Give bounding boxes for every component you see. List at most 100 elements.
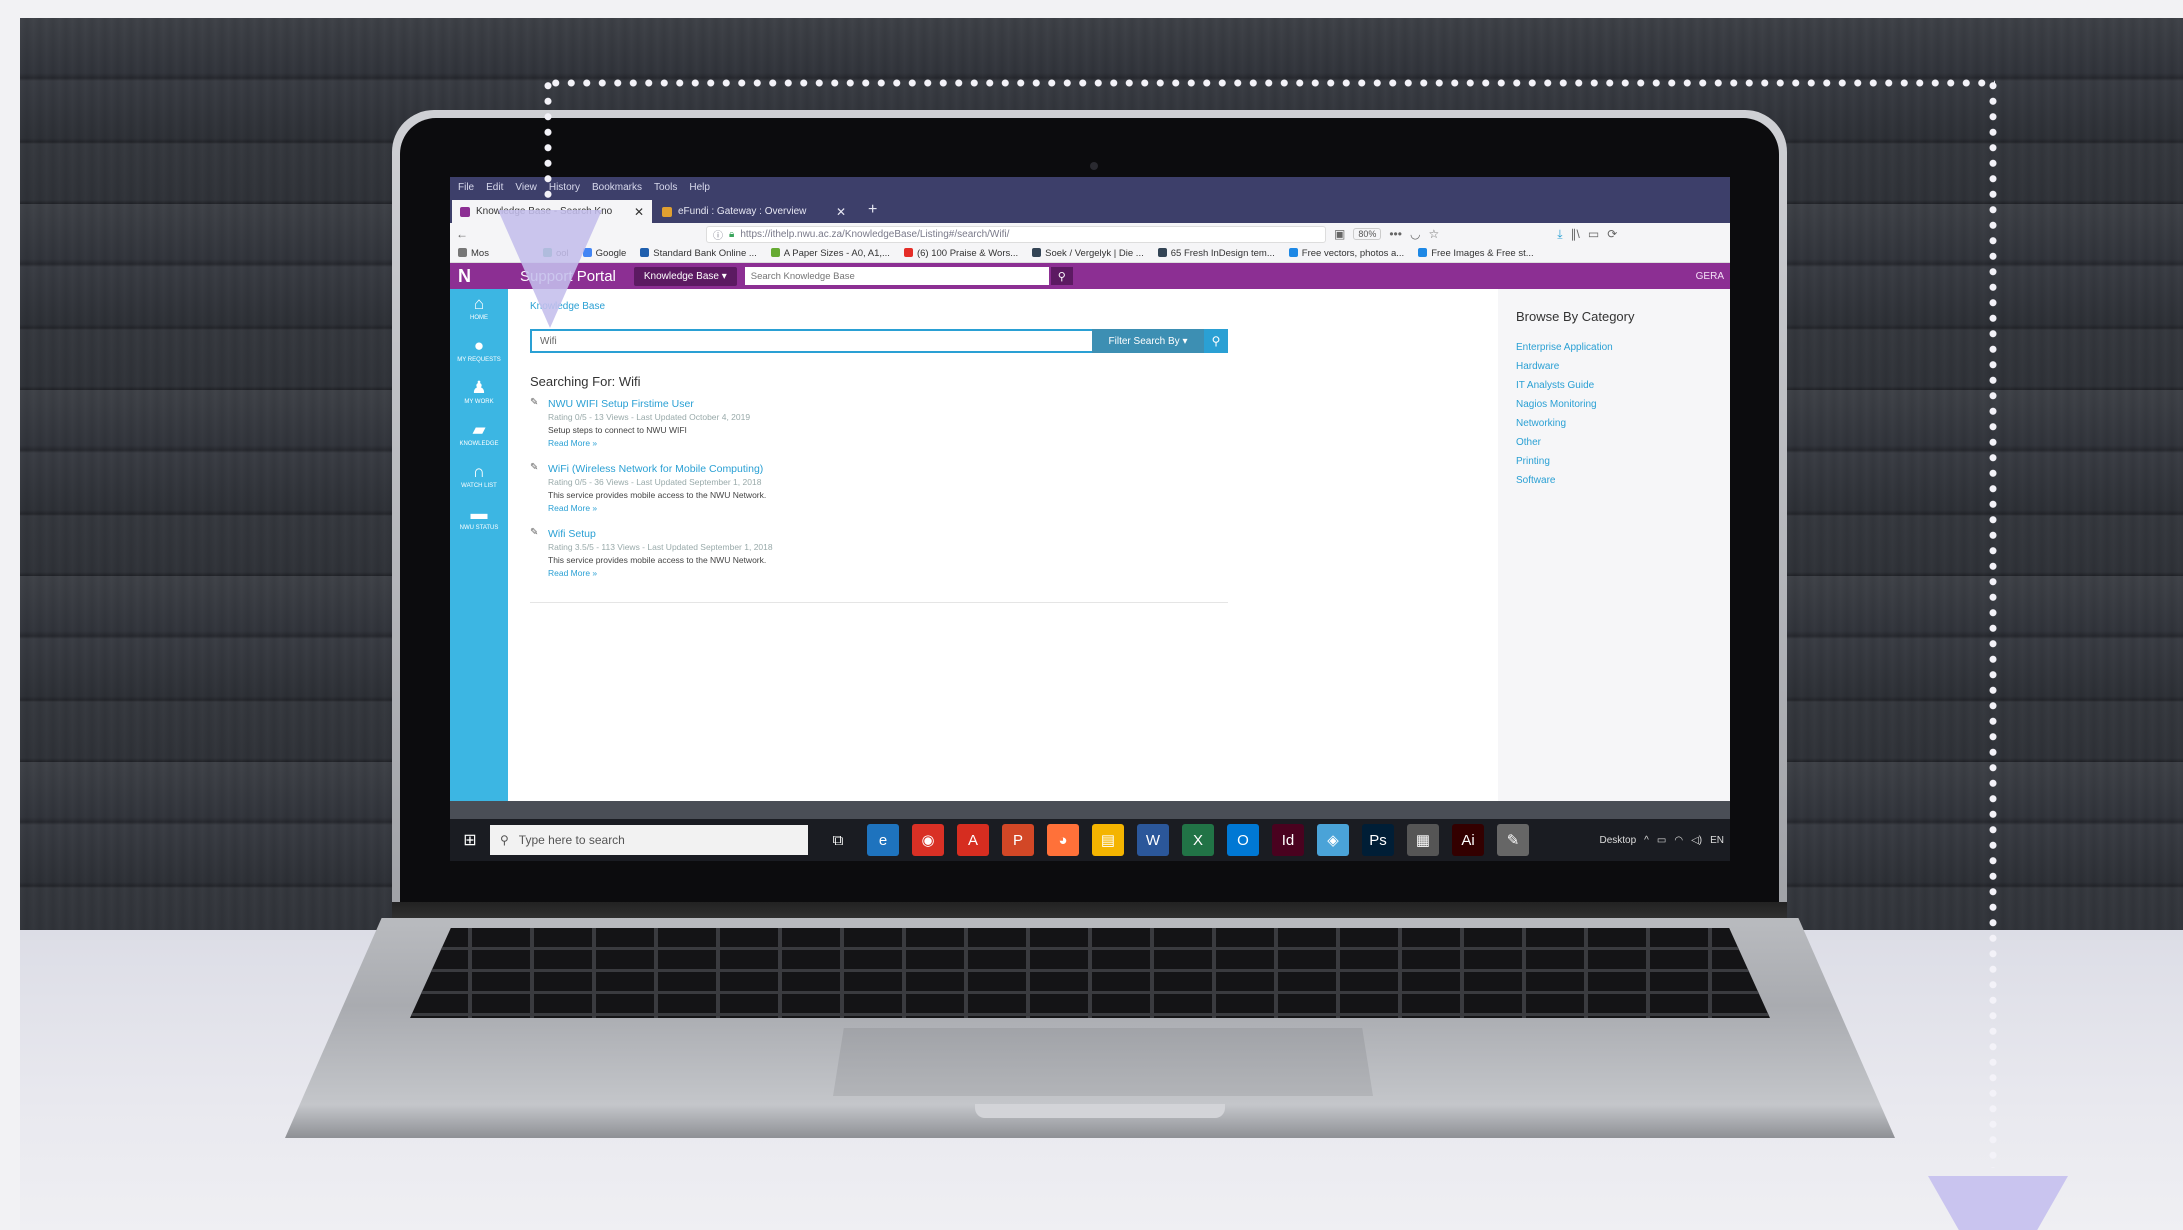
indesign-icon[interactable]: Id <box>1272 824 1304 856</box>
sync-icon[interactable]: ⟳ <box>1607 227 1617 241</box>
category-link[interactable]: Other <box>1516 433 1712 452</box>
bookmark-item[interactable]: Free vectors, photos a... <box>1288 248 1404 259</box>
taskbar-search-box[interactable]: ⚲ Type here to search <box>490 825 808 855</box>
search-icon: ⚲ <box>500 833 509 847</box>
paint-icon[interactable]: ✎ <box>1497 824 1529 856</box>
portal-header: N Support Portal Knowledge Base ▾ ⚲ GERA <box>450 263 1730 289</box>
menu-tools[interactable]: Tools <box>654 182 677 193</box>
search-icon: ⚲ <box>1211 334 1221 348</box>
outlook-icon[interactable]: O <box>1227 824 1259 856</box>
tab-title: eFundi : Gateway : Overview <box>678 206 807 217</box>
new-tab-icon[interactable]: + <box>868 201 877 219</box>
bookmark-item[interactable]: Mos <box>458 248 489 259</box>
result-title-link[interactable]: WiFi (Wireless Network for Mobile Comput… <box>548 462 1228 476</box>
word-icon[interactable]: W <box>1137 824 1169 856</box>
category-link[interactable]: Nagios Monitoring <box>1516 395 1712 414</box>
close-tab-icon[interactable]: ✕ <box>836 205 846 219</box>
header-search-button[interactable]: ⚲ <box>1050 267 1073 285</box>
task-view-icon[interactable]: ⧉ <box>822 824 854 856</box>
bookmark-star-icon[interactable]: ☆ <box>1428 227 1439 241</box>
chrome-icon[interactable]: ◉ <box>912 824 944 856</box>
language-indicator[interactable]: EN <box>1710 835 1724 846</box>
edge-icon[interactable]: e <box>867 824 899 856</box>
windows-start-icon[interactable]: ⊞ <box>450 819 490 861</box>
result-description: This service provides mobile access to t… <box>548 555 767 565</box>
download-icon[interactable]: ⤓ <box>1557 227 1562 242</box>
illustrator-icon[interactable]: Ai <box>1452 824 1484 856</box>
sidebar-toggle-icon[interactable]: ▭ <box>1588 227 1599 241</box>
bookmark-item[interactable]: Soek / Vergelyk | Die ... <box>1032 248 1144 259</box>
firefox-icon[interactable]: ◕ <box>1047 824 1079 856</box>
desktop-label[interactable]: Desktop <box>1599 835 1636 846</box>
result-title-link[interactable]: NWU WIFI Setup Firstime User <box>548 397 1228 411</box>
address-bar[interactable]: ⓘ 🔒︎ https://ithelp.nwu.ac.za/KnowledgeB… <box>706 225 1326 243</box>
library-icon[interactable]: ∥\ <box>1571 227 1580 241</box>
sidebar-item-nwu-status[interactable]: ▬ NWU STATUS <box>460 504 499 532</box>
menu-history[interactable]: History <box>549 182 580 193</box>
sidebar-item-my-requests[interactable]: ● MY REQUESTS <box>457 337 501 364</box>
tab-efundi[interactable]: eFundi : Gateway : Overview ✕ <box>654 200 854 223</box>
chevron-up-icon[interactable]: ^ <box>1644 835 1649 846</box>
category-link[interactable]: Printing <box>1516 452 1712 471</box>
category-link[interactable]: Enterprise Application <box>1516 338 1712 357</box>
bookmark-item[interactable]: Free Images & Free st... <box>1418 248 1534 259</box>
url-text: https://ithelp.nwu.ac.za/KnowledgeBase/L… <box>740 228 1010 240</box>
result-title-link[interactable]: Wifi Setup <box>548 527 1228 541</box>
volume-icon[interactable]: ◁) <box>1691 835 1702 846</box>
trackpad <box>833 1028 1373 1096</box>
read-more-link[interactable]: Read More » <box>548 567 1228 580</box>
sidebar-item-label: MY REQUESTS <box>457 357 501 363</box>
knowledge-search-button[interactable]: ⚲ <box>1204 329 1228 353</box>
result-meta: Rating 0/5 - 36 Views - Last Updated Sep… <box>548 477 762 487</box>
explorer-icon[interactable]: ▤ <box>1092 824 1124 856</box>
category-link[interactable]: IT Analysts Guide <box>1516 376 1712 395</box>
network-icon[interactable]: ◈ <box>1317 824 1349 856</box>
excel-icon[interactable]: X <box>1182 824 1214 856</box>
knowledge-base-dropdown[interactable]: Knowledge Base ▾ <box>633 266 737 286</box>
knowledge-search-input[interactable] <box>530 329 1092 353</box>
user-menu[interactable]: GERA <box>1696 271 1724 282</box>
read-more-link[interactable]: Read More » <box>548 437 1228 450</box>
lock-icon: 🔒︎ <box>729 228 735 240</box>
bookmarks-bar: Mos ool Google Standard Bank Online ... … <box>450 245 1730 263</box>
menu-bookmarks[interactable]: Bookmarks <box>592 182 642 193</box>
menu-file[interactable]: File <box>458 182 474 193</box>
sidebar-item-knowledge[interactable]: ▰ KNOWLEDGE <box>459 421 498 448</box>
header-search-input[interactable] <box>744 267 1049 285</box>
pocket-icon[interactable]: ◡ <box>1410 227 1420 241</box>
user-icon: ♟ <box>471 378 487 397</box>
result-meta: Rating 0/5 - 13 Views - Last Updated Oct… <box>548 412 751 422</box>
bookmark-item[interactable]: 65 Fresh InDesign tem... <box>1157 248 1275 259</box>
read-more-link[interactable]: Read More » <box>548 502 1228 515</box>
menu-view[interactable]: View <box>515 182 537 193</box>
bookmark-item[interactable]: A Paper Sizes - A0, A1,... <box>770 248 890 259</box>
category-link[interactable]: Hardware <box>1516 357 1712 376</box>
reader-view-icon[interactable]: ▣ <box>1334 227 1345 241</box>
photoshop-icon[interactable]: Ps <box>1362 824 1394 856</box>
bookmark-item[interactable]: Standard Bank Online ... <box>640 248 757 259</box>
sidebar-item-my-work[interactable]: ♟ MY WORK <box>464 378 493 406</box>
media-icon[interactable]: ▦ <box>1407 824 1439 856</box>
back-arrow-icon[interactable]: ← <box>456 227 468 241</box>
truck-icon: ▬ <box>470 504 488 523</box>
category-link[interactable]: Software <box>1516 471 1712 490</box>
menu-help[interactable]: Help <box>689 182 710 193</box>
wifi-icon[interactable]: ◠ <box>1674 835 1683 846</box>
menu-edit[interactable]: Edit <box>486 182 503 193</box>
powerpoint-icon[interactable]: P <box>1002 824 1034 856</box>
category-link[interactable]: Networking <box>1516 414 1712 433</box>
sidebar-item-home[interactable]: ⌂ HOME <box>470 295 488 322</box>
sidebar-item-watch-list[interactable]: ∩ WATCH LIST <box>461 463 497 490</box>
bookmark-item[interactable]: (6) 100 Praise & Wors... <box>903 248 1018 259</box>
browse-title: Browse By Category <box>1516 309 1635 324</box>
info-icon[interactable]: ⓘ <box>713 227 723 242</box>
portal-sidebar: ⌂ HOME ● MY REQUESTS ♟ MY WORK ▰ KNOWLED… <box>450 289 508 801</box>
battery-icon[interactable]: ▭ <box>1657 835 1666 846</box>
acrobat-icon[interactable]: A <box>957 824 989 856</box>
zoom-level[interactable]: 80% <box>1353 228 1382 240</box>
close-tab-icon[interactable]: ✕ <box>634 205 644 219</box>
edit-icon: ✎ <box>530 397 539 408</box>
filter-search-dropdown[interactable]: Filter Search By ▾ <box>1092 329 1204 353</box>
more-actions-icon[interactable]: ••• <box>1389 227 1402 241</box>
nwu-logo-icon[interactable]: N <box>458 266 480 286</box>
